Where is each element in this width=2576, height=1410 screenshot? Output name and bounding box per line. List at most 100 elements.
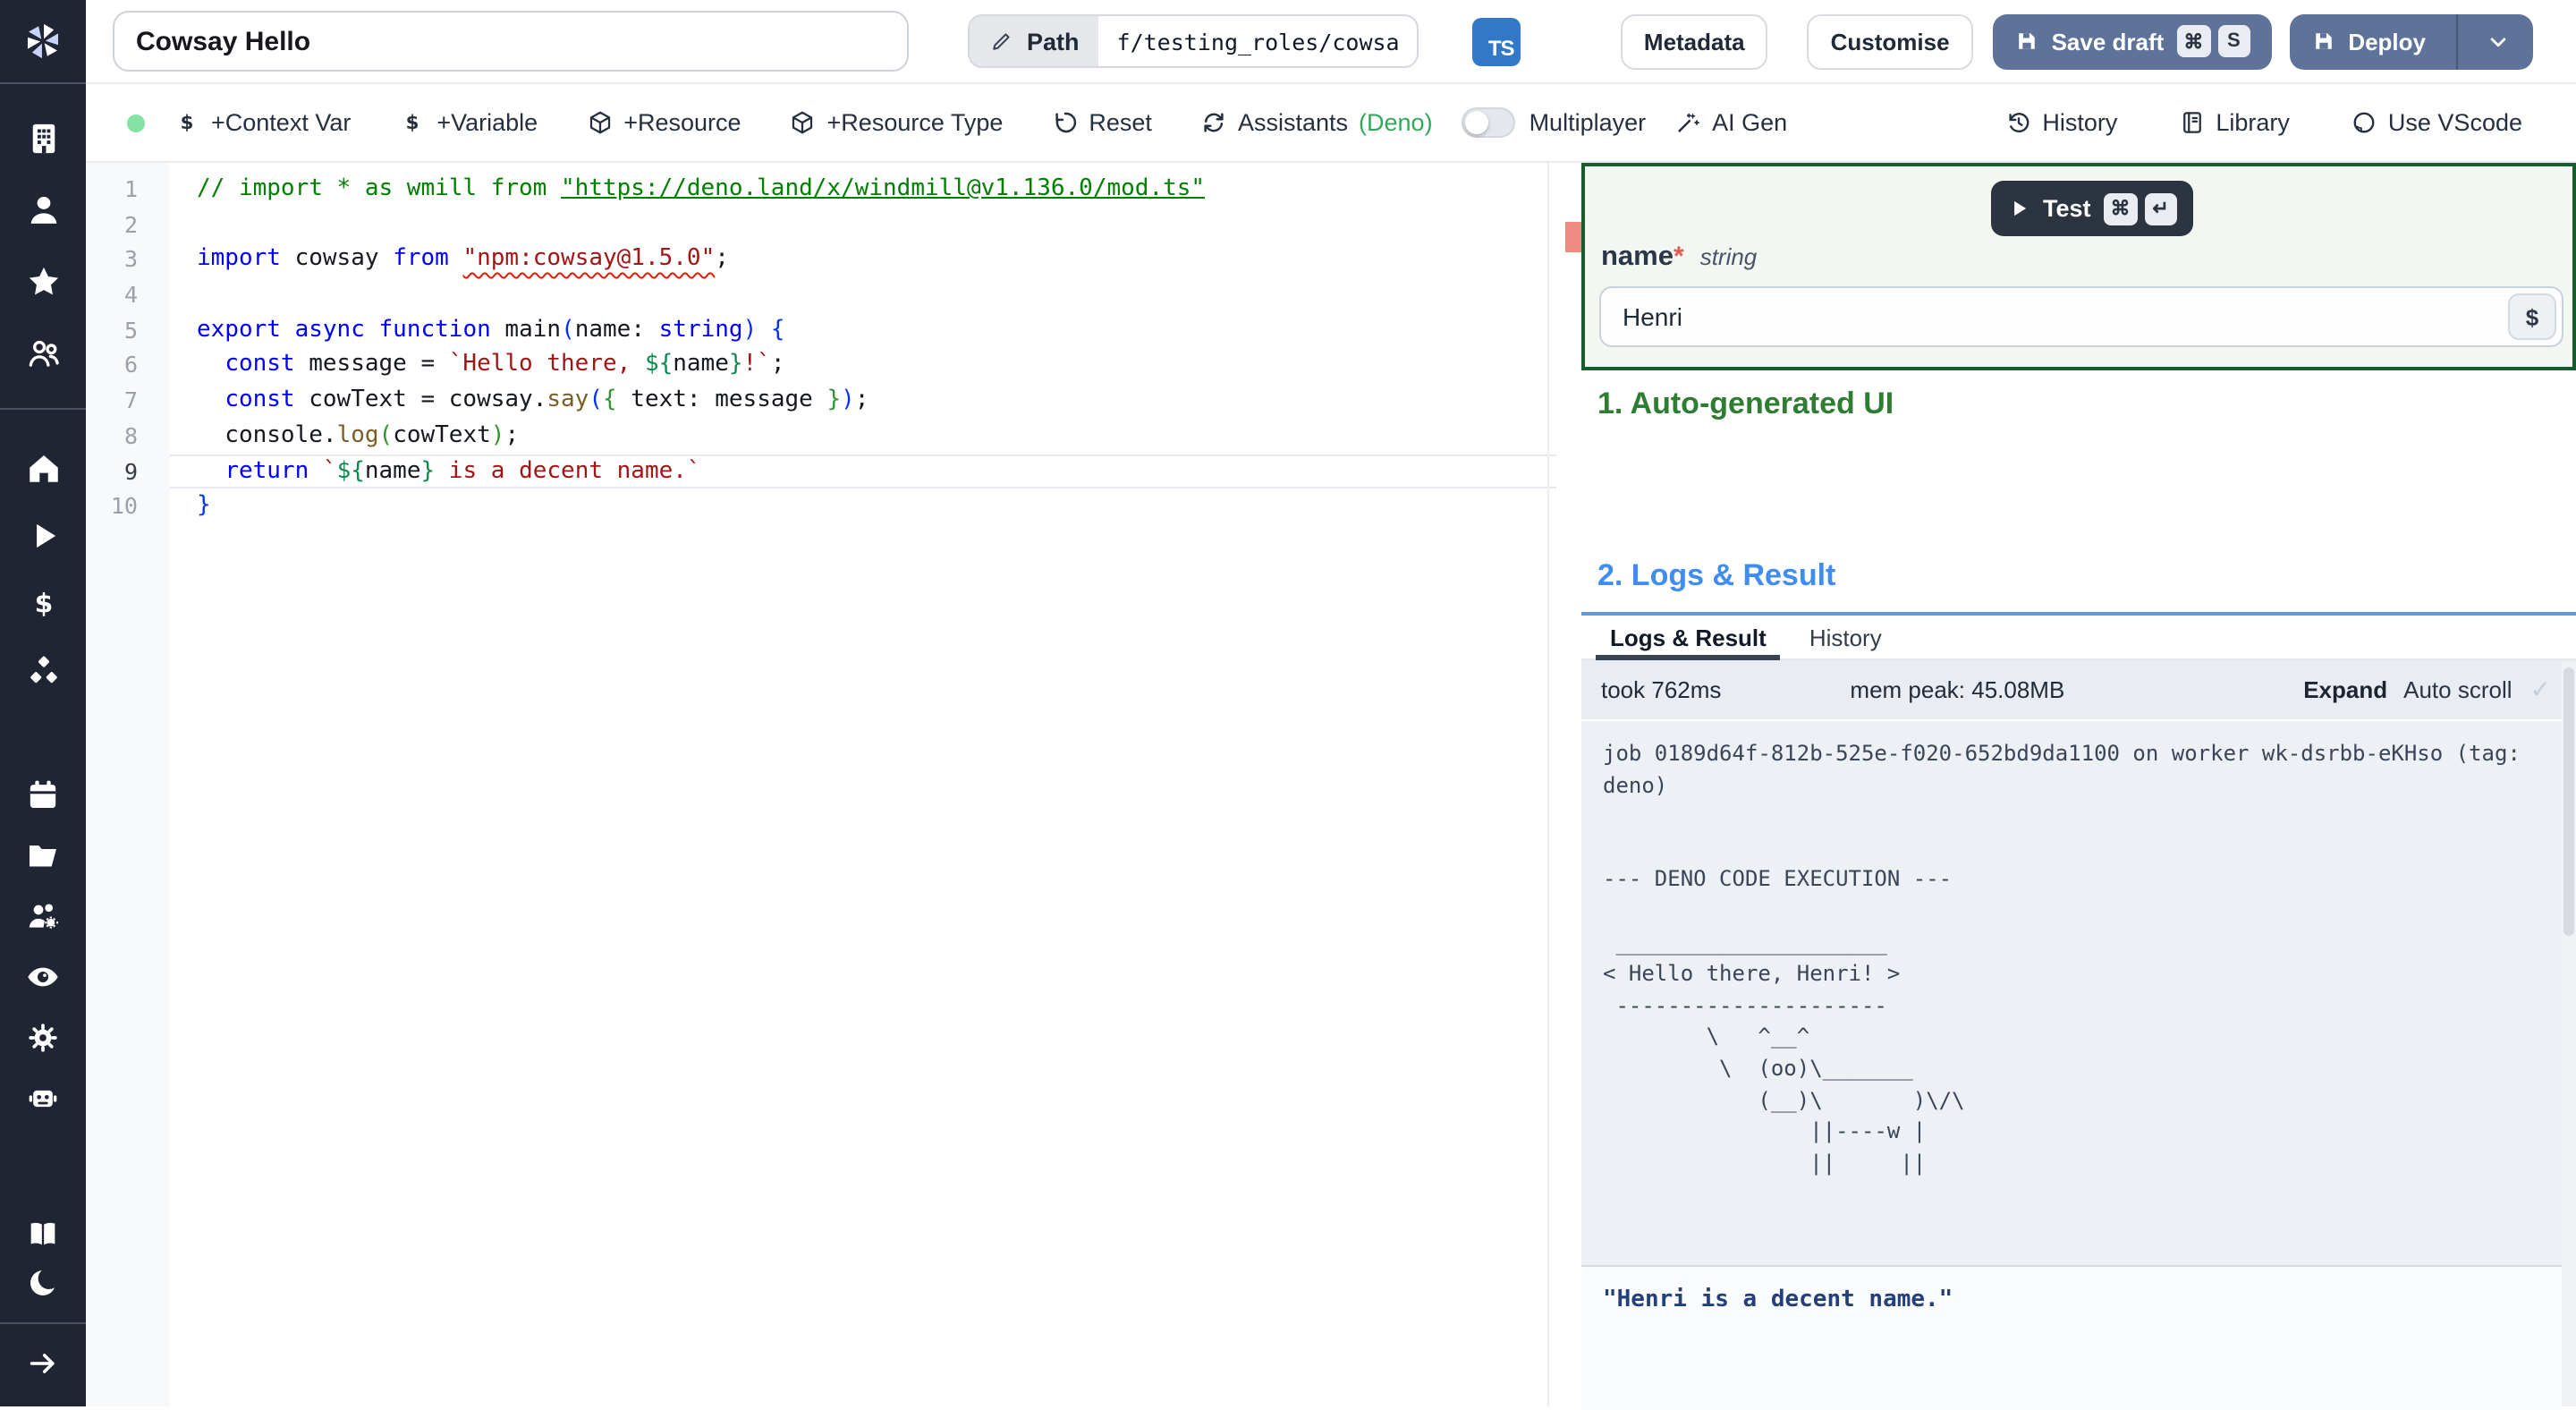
svg-text:$: $: [34, 589, 53, 620]
-resource-type-button[interactable]: +Resource Type: [790, 109, 1004, 136]
users-icon[interactable]: [24, 335, 62, 372]
reset-button[interactable]: Reset: [1051, 109, 1152, 136]
-resource-button[interactable]: +Resource: [586, 109, 741, 136]
code-token: {: [603, 386, 617, 414]
code-line: export async function main(name: string)…: [197, 313, 1546, 348]
line-number: 10: [110, 492, 138, 520]
cubes-icon[interactable]: [24, 653, 62, 691]
ai-gen-button[interactable]: AI Gen: [1674, 109, 1787, 136]
mem-peak: mem peak: 45.08MB: [1850, 676, 2065, 703]
folder-icon[interactable]: [25, 837, 61, 873]
line-number: 5: [123, 316, 138, 344]
toolbar-item-label: Assistants: [1237, 109, 1349, 136]
dollar-icon: $: [399, 109, 426, 136]
refresh-icon: [1200, 109, 1227, 136]
library-button[interactable]: Library: [2178, 109, 2290, 136]
code-line: }: [197, 488, 1546, 523]
deploy-button[interactable]: Deploy: [2289, 13, 2533, 69]
code-token: }: [728, 351, 743, 378]
toolbar-item-label: +Resource Type: [826, 109, 1004, 136]
line-number: 4: [123, 281, 138, 309]
calendar-icon[interactable]: [25, 777, 61, 812]
gear-icon[interactable]: [25, 1020, 61, 1056]
code-content[interactable]: // import * as wmill from "https://deno.…: [197, 172, 1546, 524]
code-token: log: [336, 421, 379, 449]
code-line: import cowsay from "npm:cowsay@1.5.0";: [197, 242, 1546, 277]
insert-variable-button[interactable]: $: [2508, 293, 2556, 340]
kbd-badge: ⌘: [2176, 25, 2211, 57]
assistants-button[interactable]: Assistants (Deno): [1200, 109, 1433, 136]
code-token: text: message: [616, 386, 827, 414]
code-token: async: [294, 316, 365, 344]
sidebar-expand-button[interactable]: [25, 1346, 61, 1381]
save-draft-button[interactable]: Save draft ⌘ S: [1992, 13, 2272, 69]
github-icon: [2351, 109, 2377, 136]
line-number: 2: [123, 210, 138, 238]
line-number: 3: [123, 245, 138, 273]
windmill-logo-icon[interactable]: [0, 0, 86, 82]
book-icon[interactable]: [25, 1217, 61, 1253]
sidebar-group-primary: $: [24, 449, 62, 691]
code-token: ): [841, 386, 855, 414]
sidebar-divider: [0, 408, 86, 410]
code-token: main: [490, 316, 562, 344]
line-number: 1: [123, 175, 138, 202]
path-edit-segment[interactable]: Path: [970, 16, 1099, 66]
code-token: from: [393, 245, 449, 273]
script-title-input[interactable]: [113, 11, 909, 72]
line-number: 8: [123, 421, 138, 449]
windmill-script-editor: $ Path f/testing_roles/cowsa TS Metadata…: [0, 0, 2576, 1410]
svg-text:$: $: [406, 112, 419, 134]
-context-var-button[interactable]: $ +Context Var: [174, 109, 352, 136]
robot-icon[interactable]: [25, 1081, 61, 1117]
history-icon: [2004, 109, 2031, 136]
multiplayer-toggle[interactable]: [1461, 107, 1515, 138]
history-button[interactable]: History: [2004, 109, 2117, 136]
users-gear-icon[interactable]: [25, 898, 61, 934]
star-icon[interactable]: [24, 263, 62, 301]
expand-button[interactable]: Expand: [2303, 676, 2387, 703]
sidebar: $: [0, 0, 86, 1406]
test-button[interactable]: Test ⌘ ↵: [1991, 181, 2193, 236]
undo-icon: [1051, 109, 1078, 136]
customise-button[interactable]: Customise: [1807, 13, 1973, 69]
overview-ruler: [1547, 163, 1549, 1406]
code-token: return: [225, 457, 309, 484]
code-token: ): [490, 421, 505, 449]
name-input[interactable]: [1599, 286, 2563, 347]
home-icon[interactable]: [24, 449, 62, 487]
toolbar-item-label: Library: [2216, 109, 2290, 136]
multiplayer-label: Multiplayer: [1529, 109, 1647, 136]
path-button[interactable]: Path f/testing_roles/cowsa: [968, 14, 1419, 68]
tab-history[interactable]: History: [1788, 616, 1903, 658]
run-status-row: took 762ms mem peak: 45.08MB Expand Auto…: [1581, 660, 2576, 719]
eye-icon[interactable]: [25, 959, 61, 995]
dollar-icon[interactable]: $: [24, 585, 62, 623]
moon-icon[interactable]: [25, 1265, 61, 1301]
code-editor[interactable]: 1 2 3 4 5 6 7 8 9 10 // import * as wmill from "h…: [86, 163, 1581, 1406]
code-token: cowsay: [280, 245, 394, 273]
toolbar-item-label: +Resource: [623, 109, 741, 136]
scrollbar[interactable]: [2562, 662, 2576, 1406]
save-draft-shortcut: ⌘ S: [2176, 25, 2250, 57]
tab-logs-result[interactable]: Logs & Result: [1589, 616, 1788, 660]
building-icon[interactable]: [24, 120, 62, 157]
user-icon[interactable]: [24, 191, 62, 229]
code-token: (: [561, 316, 575, 344]
chevron-down-icon[interactable]: [2485, 28, 2512, 55]
code-token: const: [225, 351, 295, 378]
sidebar-divider: [0, 1322, 86, 1324]
use-vscode-button[interactable]: Use VScode: [2351, 109, 2522, 136]
scrollbar-thumb[interactable]: [2563, 667, 2574, 936]
play-icon[interactable]: [24, 517, 62, 555]
metadata-button[interactable]: Metadata: [1620, 13, 1768, 69]
save-draft-label: Save draft: [2051, 28, 2165, 55]
wand-icon: [1674, 109, 1701, 136]
-variable-button[interactable]: $ +Variable: [399, 109, 538, 136]
auto-scroll-toggle[interactable]: Auto scroll: [2403, 676, 2512, 703]
line-number-gutter: 1 2 3 4 5 6 7 8 9 10: [86, 163, 170, 1406]
code-line: // import * as wmill from "https://deno.…: [197, 172, 1546, 207]
